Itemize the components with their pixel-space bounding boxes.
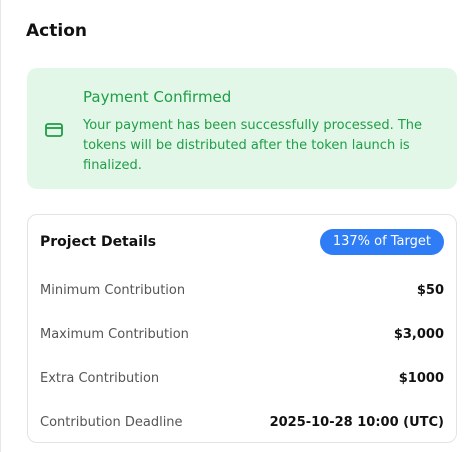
detail-label: Minimum Contribution: [40, 283, 186, 298]
detail-value: $3,000: [393, 327, 444, 342]
detail-row-contribution-deadline: Contribution Deadline 2025-10-28 10:00 (…: [40, 413, 444, 433]
detail-row-minimum-contribution: Minimum Contribution $50: [40, 281, 444, 301]
payment-confirmed-alert: Payment Confirmed Your payment has been …: [27, 68, 457, 189]
action-panel: Action Payment Confirmed Your payment ha…: [0, 0, 468, 452]
detail-row-extra-contribution: Extra Contribution $1000: [40, 369, 444, 389]
card-title: Project Details: [40, 234, 157, 250]
credit-card-icon: [45, 122, 63, 137]
detail-value: $1000: [398, 371, 444, 386]
alert-message: Your payment has been successfully proce…: [83, 118, 423, 173]
detail-row-maximum-contribution: Maximum Contribution $3,000: [40, 325, 444, 345]
detail-label: Maximum Contribution: [40, 327, 189, 342]
section-title: Action: [26, 21, 87, 41]
alert-title: Payment Confirmed: [83, 88, 232, 106]
detail-label: Extra Contribution: [40, 371, 160, 386]
project-details-card: Project Details 137% of Target Minimum C…: [27, 214, 457, 443]
detail-value: $50: [416, 283, 444, 298]
target-percentage-badge: 137% of Target: [319, 229, 444, 255]
detail-value: 2025-10-28 10:00 (UTC): [269, 415, 444, 430]
detail-label: Contribution Deadline: [40, 415, 183, 430]
